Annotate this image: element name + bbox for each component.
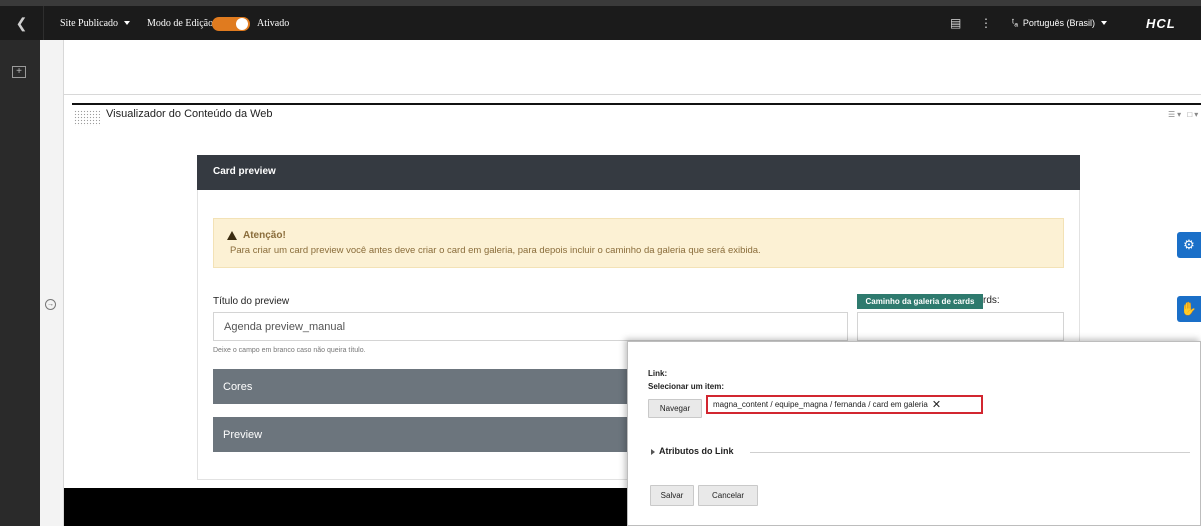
warning-icon <box>227 231 237 240</box>
gallery-path-input[interactable] <box>857 312 1064 341</box>
link-attributes-divider <box>750 452 1190 453</box>
select-item-label: Selecionar um item: <box>648 382 725 391</box>
site-published-dropdown[interactable]: Site Publicado <box>60 6 131 40</box>
gallery-path-badge: Caminho da galeria de cards <box>857 294 983 309</box>
divider <box>64 94 1201 95</box>
toggle-knob <box>236 18 248 30</box>
top-toolbar: ❮ Site Publicado Modo de Edição: Ativado… <box>0 0 1201 40</box>
accordion-preview[interactable]: Preview <box>213 417 633 452</box>
edit-mode-label: Modo de Edição: <box>147 17 216 29</box>
save-button[interactable]: Salvar <box>650 485 694 506</box>
portlet-top-border <box>72 103 1201 105</box>
chevron-left-icon[interactable]: ❮ <box>0 6 44 40</box>
portlet-title: Visualizador do Conteúdo da Web <box>106 108 273 120</box>
link-attributes-toggle[interactable]: Atributos do Link <box>659 446 734 456</box>
translate-icon: ᵗₐ <box>1012 17 1018 29</box>
left-rail: + <box>0 40 40 526</box>
preview-title-value: Agenda preview_manual <box>224 320 346 333</box>
caret-down-icon <box>1100 21 1107 25</box>
hcl-logo: HCL <box>1146 15 1176 31</box>
caret-down-icon <box>124 21 131 25</box>
warning-alert: Atenção! Para criar um card preview você… <box>213 218 1064 268</box>
page-root: ❮ Site Publicado Modo de Edição: Ativado… <box>0 0 1201 526</box>
alert-message: Para criar um card preview você antes de… <box>230 245 761 256</box>
expand-arrow-icon[interactable] <box>651 449 655 455</box>
gallery-label-suffix: rds: <box>983 295 1000 306</box>
side-panel-handle: → <box>40 40 64 526</box>
navigate-button[interactable]: Navegar <box>648 399 702 418</box>
preview-title-input[interactable]: Agenda preview_manual <box>213 312 848 341</box>
preview-title-help: Deixe o campo em branco caso não queira … <box>213 347 366 354</box>
link-label: Link: <box>648 369 668 378</box>
card-header: Card preview <box>197 155 1080 190</box>
edit-mode-state: Ativado <box>257 17 290 29</box>
site-published-label: Site Publicado <box>60 17 119 29</box>
portlet-menu-icon[interactable]: ☰▾ □▾ <box>1168 110 1200 119</box>
expand-panel-icon[interactable]: → <box>45 299 56 310</box>
cancel-button[interactable]: Cancelar <box>698 485 758 506</box>
accordion-preview-label: Preview <box>223 428 263 441</box>
edit-mode-toggle[interactable] <box>212 17 250 31</box>
selected-path-value: magna_content / equipe_magna / fernanda … <box>713 400 928 409</box>
accordion-colors-label: Cores <box>223 380 253 393</box>
language-dropdown[interactable]: ᵗₐ Português (Brasil) <box>1012 6 1107 40</box>
sign-language-icon[interactable]: ✋ <box>1177 296 1201 322</box>
language-label: Português (Brasil) <box>1022 18 1095 28</box>
accessibility-icon[interactable]: ⚙ <box>1177 232 1201 258</box>
alert-title: Atenção! <box>243 230 286 241</box>
preview-title-label: Título do preview <box>213 296 290 307</box>
close-icon[interactable]: ✕ <box>932 398 941 411</box>
more-vertical-icon[interactable]: ⋮ <box>980 6 992 40</box>
drag-handle-icon[interactable] <box>74 110 100 126</box>
accordion-colors[interactable]: Cores <box>213 369 633 404</box>
selected-path-field[interactable]: magna_content / equipe_magna / fernanda … <box>706 395 983 414</box>
card-header-title: Card preview <box>213 166 276 177</box>
add-content-icon[interactable]: + <box>12 66 26 78</box>
page-properties-icon[interactable]: ▤ <box>950 6 961 40</box>
